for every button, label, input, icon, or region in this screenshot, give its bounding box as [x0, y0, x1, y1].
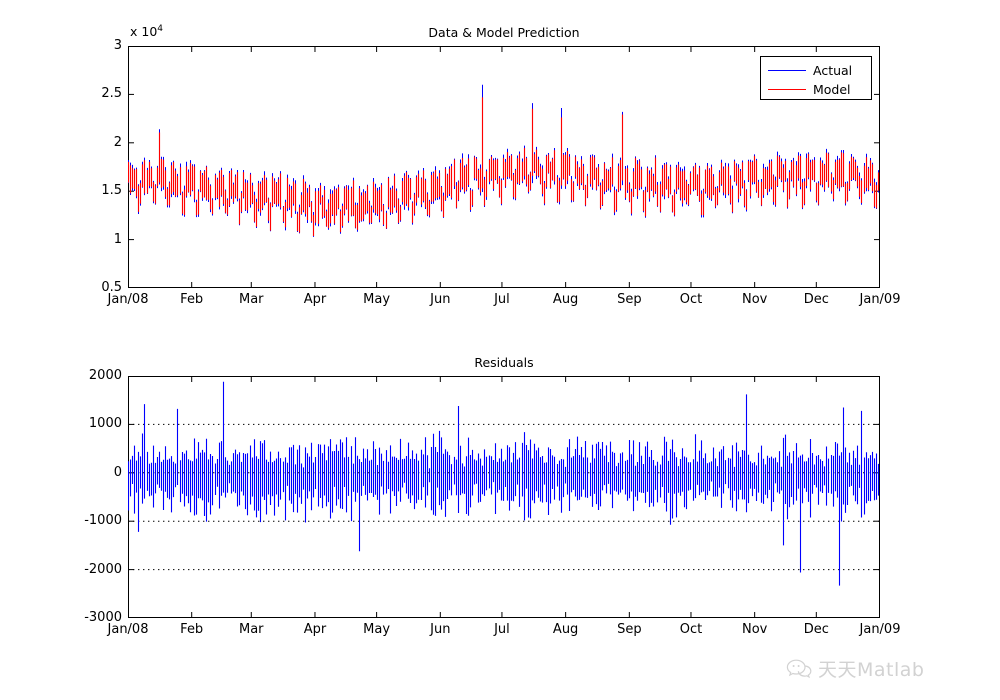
y-tick-label: 1.5	[101, 183, 122, 199]
legend-entry-model[interactable]: Model	[761, 81, 851, 97]
y-tick-label: 0.5	[101, 280, 122, 295]
x-tick-label: Jan/09	[859, 292, 901, 307]
watermark: 天天Matlab	[786, 655, 924, 682]
data-model-prediction-axes: Data & Model Prediction x 104 Jan/08 Feb M…	[101, 24, 900, 306]
y-tick-label: -3000	[84, 610, 122, 625]
legend-label-actual: Actual	[813, 62, 853, 78]
x-tick-label: Jan/09	[859, 622, 901, 637]
legend[interactable]: Actual Model	[760, 56, 872, 100]
top-plot-title: Data & Model Prediction	[428, 25, 580, 40]
legend-label-model: Model	[813, 81, 851, 97]
y-tick-label: 2	[113, 134, 122, 150]
y-tick-label: -1000	[84, 513, 122, 529]
wechat-bubble-icon	[786, 659, 812, 678]
watermark-text: 天天Matlab	[818, 659, 925, 681]
y-tick-label: 0	[113, 464, 122, 480]
bottom-plot-canvas	[128, 376, 880, 618]
bottom-plot-title: Residuals	[474, 355, 534, 370]
y-tick-label: 1	[113, 231, 122, 247]
legend-swatch-actual	[768, 69, 806, 71]
y-tick-label: 2000	[88, 368, 122, 383]
y-exponent-mantissa: x 10	[130, 24, 158, 39]
y-tick-label: 2.5	[101, 86, 122, 102]
y-axis-exponent-label: x 104	[130, 24, 163, 39]
y-tick-label: 3	[113, 38, 122, 53]
legend-swatch-model	[768, 88, 806, 90]
y-tick-label: 1000	[88, 416, 122, 432]
y-exponent-power: 4	[157, 23, 164, 34]
y-tick-label: -2000	[84, 561, 122, 577]
matlab-figure: Data & Model Prediction x 104 Jan/08 Feb M…	[0, 0, 1000, 700]
legend-entry-actual[interactable]: Actual	[761, 62, 852, 78]
residuals-axes: Residuals Jan/08 Feb Mar Apr May Jun Jul Aug Sep…	[84, 355, 900, 636]
